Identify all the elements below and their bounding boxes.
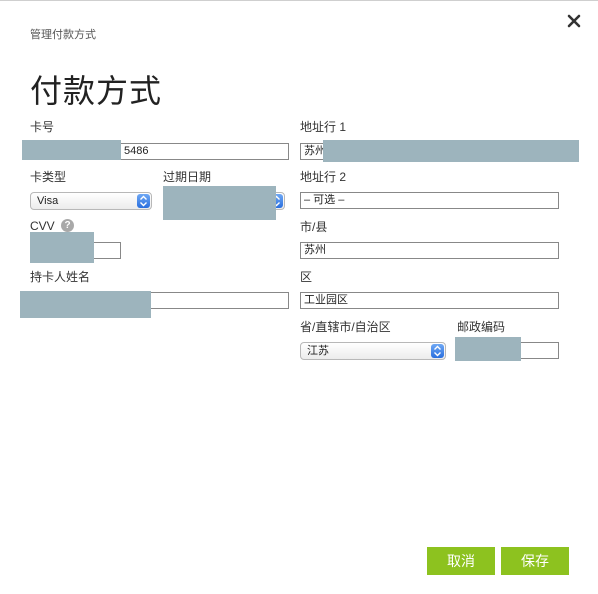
cvv-label: CVV	[30, 219, 55, 233]
city-value: 苏州	[304, 244, 326, 256]
card-type-select[interactable]: Visa	[30, 192, 152, 210]
chevron-updown-icon	[431, 344, 444, 358]
address2-placeholder: – 可选 –	[304, 194, 345, 206]
province-select[interactable]: 江苏	[300, 342, 446, 360]
province-value: 江苏	[307, 345, 329, 357]
district-value: 工业园区	[304, 294, 348, 306]
help-icon[interactable]: ?	[61, 219, 74, 232]
province-label: 省/直辖市/自治区	[300, 320, 391, 334]
cancel-button[interactable]: 取消	[427, 547, 495, 575]
card-number-value: 5486	[124, 145, 149, 157]
close-icon[interactable]	[565, 12, 583, 30]
address2-input[interactable]: – 可选 –	[300, 192, 559, 209]
district-label: 区	[300, 270, 313, 284]
district-input[interactable]: 工业园区	[300, 292, 559, 309]
expiry-label: 过期日期	[163, 170, 212, 184]
city-label: 市/县	[300, 220, 328, 234]
chevron-updown-icon	[137, 194, 150, 208]
cardholder-label: 持卡人姓名	[30, 270, 91, 284]
city-input[interactable]: 苏州	[300, 242, 559, 259]
redacted-block	[163, 186, 276, 220]
postal-label: 邮政编码	[457, 320, 506, 334]
card-type-label: 卡类型	[30, 170, 67, 184]
redacted-block	[323, 140, 579, 162]
save-button[interactable]: 保存	[501, 547, 569, 575]
card-number-label: 卡号	[30, 120, 55, 134]
redacted-block	[22, 140, 121, 160]
top-border	[0, 0, 598, 1]
page-title: 付款方式	[30, 72, 163, 110]
redacted-block	[20, 291, 151, 318]
redacted-block	[30, 232, 94, 263]
address1-label: 地址行 1	[300, 120, 347, 134]
card-type-value: Visa	[37, 195, 59, 207]
redacted-block	[455, 337, 521, 361]
address2-label: 地址行 2	[300, 170, 347, 184]
dialog-header: 管理付款方式	[30, 29, 96, 41]
